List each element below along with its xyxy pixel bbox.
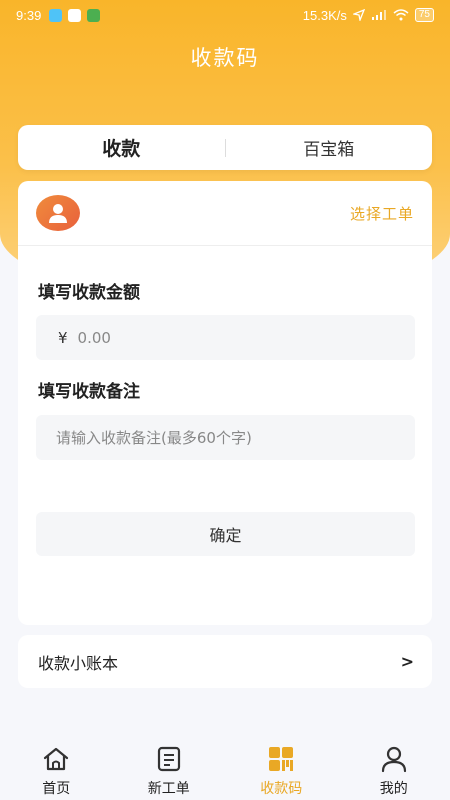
document-icon — [157, 746, 180, 772]
ledger-row[interactable]: 收款小账本 > — [18, 635, 432, 688]
nav-collect-code-label: 收款码 — [260, 781, 303, 797]
nav-home[interactable]: 首页 — [0, 738, 113, 800]
user-icon — [381, 746, 406, 773]
signal-icon — [371, 10, 386, 20]
amount-label: 填写收款金额 — [38, 283, 140, 303]
avatar[interactable] — [36, 195, 80, 231]
bottom-navigation: 首页 新工单 收款码 我的 — [0, 738, 450, 800]
note-input[interactable]: 请输入收款备注(最多60个字) — [36, 415, 415, 460]
status-time: 9:39 — [16, 7, 42, 23]
location-icon — [352, 9, 365, 21]
page-title: 收款码 — [190, 46, 260, 70]
note-label: 填写收款备注 — [38, 382, 140, 402]
tab-toolbox[interactable]: 百宝箱 — [226, 135, 433, 160]
note-placeholder: 请输入收款备注(最多60个字) — [56, 429, 252, 447]
nav-home-label: 首页 — [42, 781, 71, 797]
qr-code-icon — [269, 747, 294, 771]
currency-symbol: ¥ — [58, 328, 68, 347]
nav-new-order-label: 新工单 — [147, 781, 190, 797]
app-notification-icon — [68, 8, 82, 22]
nav-collect-code[interactable]: 收款码 — [225, 738, 338, 800]
nav-new-order[interactable]: 新工单 — [113, 738, 226, 800]
amount-input[interactable]: ¥ 0.00 — [36, 315, 415, 360]
chevron-right-icon: > — [400, 652, 414, 671]
status-bar: 9:39 15.3K/s 75 — [0, 0, 450, 30]
tab-collect[interactable]: 收款 — [18, 134, 225, 161]
select-order-link[interactable]: 选择工单 — [350, 203, 414, 224]
telegram-icon — [49, 8, 63, 22]
battery-indicator: 75 — [414, 8, 434, 22]
ledger-label: 收款小账本 — [38, 653, 119, 673]
confirm-button[interactable]: 确定 — [36, 512, 415, 556]
payment-card: 选择工单 填写收款金额 ¥ 0.00 填写收款备注 请输入收款备注(最多60个字… — [18, 181, 432, 625]
phone-icon — [87, 8, 101, 22]
nav-mine[interactable]: 我的 — [338, 738, 450, 800]
user-avatar-icon — [49, 204, 67, 223]
card-header: 选择工单 — [18, 181, 432, 246]
home-icon — [44, 747, 69, 771]
amount-placeholder: 0.00 — [77, 328, 111, 347]
nav-mine-label: 我的 — [379, 781, 408, 797]
wifi-icon — [393, 9, 409, 21]
network-speed: 15.3K/s — [302, 7, 347, 23]
tab-bar: 收款 百宝箱 — [18, 125, 432, 170]
